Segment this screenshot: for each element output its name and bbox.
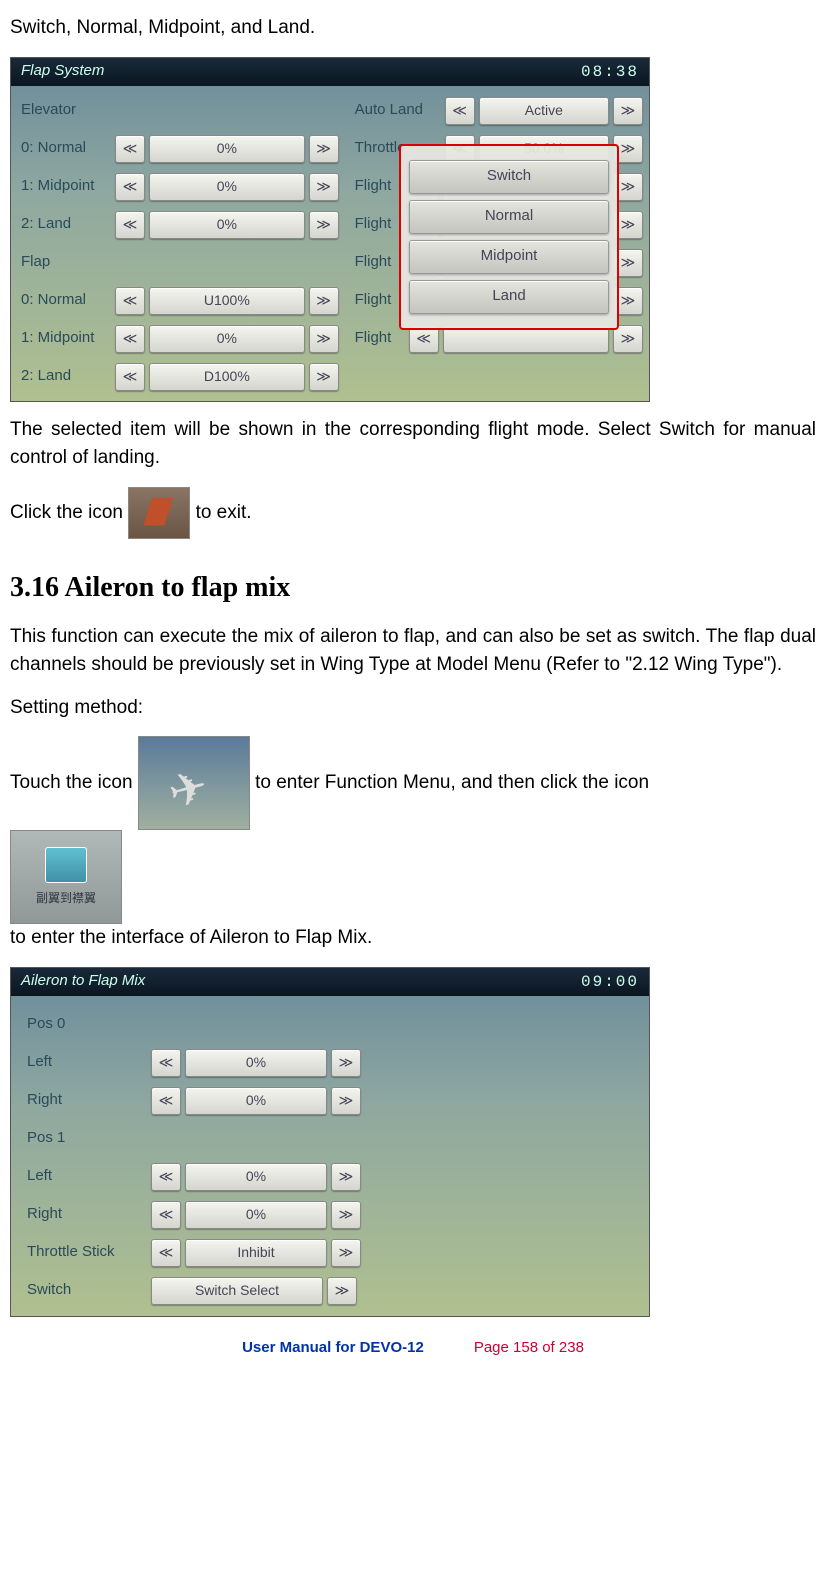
screen-title: Flap System: [21, 60, 104, 83]
icon-caption: 副翼到襟翼: [36, 889, 96, 907]
status-bar: Flap System 08:38: [11, 58, 649, 86]
row-label: Flight: [351, 251, 405, 274]
value-box: 0%: [185, 1049, 327, 1077]
row-label: Throttle Stick: [23, 1241, 147, 1264]
group-header: Pos 0: [23, 1013, 637, 1036]
popup-option-switch[interactable]: Switch: [409, 160, 609, 194]
exit-icon[interactable]: [128, 487, 190, 539]
decrement-button[interactable]: ≪: [115, 287, 145, 315]
function-menu-icon[interactable]: [138, 736, 250, 830]
row-label: 1: Midpoint: [17, 175, 111, 198]
decrement-button[interactable]: ≪: [151, 1087, 181, 1115]
decrement-button[interactable]: ≪: [115, 135, 145, 163]
value-box: D100%: [149, 363, 305, 391]
footer-page: Page 158 of 238: [474, 1339, 584, 1356]
value-box: U100%: [149, 287, 305, 315]
row-label: Flight: [351, 213, 405, 236]
row-label: 0: Normal: [17, 137, 111, 160]
value-box[interactable]: Switch Select: [151, 1277, 323, 1305]
value-box: 0%: [149, 173, 305, 201]
decrement-button[interactable]: ≪: [151, 1163, 181, 1191]
row-label: Switch: [23, 1279, 147, 1302]
increment-button[interactable]: ≫: [331, 1239, 361, 1267]
increment-button[interactable]: ≫: [331, 1087, 361, 1115]
popup-option-midpoint[interactable]: Midpoint: [409, 240, 609, 274]
row-label: Auto Land: [351, 99, 441, 122]
decrement-button[interactable]: ≪: [115, 363, 145, 391]
increment-button[interactable]: ≫: [309, 211, 339, 239]
aileron-to-flap-icon[interactable]: 副翼到襟翼: [10, 830, 122, 924]
row-label: Left: [23, 1051, 147, 1074]
intro-fragment: Switch, Normal, Midpoint, and Land.: [10, 14, 816, 43]
value-box: 0%: [185, 1087, 327, 1115]
page-footer: User Manual for DEVO-12 Page 158 of 238: [10, 1337, 816, 1360]
decrement-button[interactable]: ≪: [151, 1201, 181, 1229]
decrement-button[interactable]: ≪: [445, 97, 475, 125]
row-label: Flight: [351, 175, 405, 198]
increment-button[interactable]: ≫: [309, 173, 339, 201]
increment-button[interactable]: ≫: [309, 287, 339, 315]
popup-option-land[interactable]: Land: [409, 280, 609, 314]
touch-icon-para: Touch the icon to enter Function Menu, a…: [10, 736, 816, 953]
section-para: This function can execute the mix of ail…: [10, 623, 816, 680]
row-label: 2: Land: [17, 213, 111, 236]
increment-button[interactable]: ≫: [309, 325, 339, 353]
text-after: to exit.: [196, 502, 252, 523]
increment-button[interactable]: ≫: [309, 135, 339, 163]
text-after: to enter the interface of Aileron to Fla…: [10, 927, 372, 948]
clock: 09:00: [581, 970, 639, 994]
row-label: Right: [23, 1203, 147, 1226]
clock: 08:38: [581, 60, 639, 84]
increment-button[interactable]: ≫: [613, 97, 643, 125]
value-box: 0%: [185, 1201, 327, 1229]
value-box: 0%: [185, 1163, 327, 1191]
text-before: Click the icon: [10, 502, 128, 523]
increment-button[interactable]: ≫: [331, 1163, 361, 1191]
increment-button[interactable]: ≫: [331, 1201, 361, 1229]
value-box: Inhibit: [185, 1239, 327, 1267]
group-header: Pos 1: [23, 1127, 637, 1150]
row-label: 0: Normal: [17, 289, 111, 312]
row-label: Right: [23, 1089, 147, 1112]
row-label: 2: Land: [17, 365, 111, 388]
flight-mode-popup: Switch Normal Midpoint Land: [399, 144, 619, 330]
row-label: Flight: [351, 327, 405, 350]
value-box: 0%: [149, 325, 305, 353]
increment-button[interactable]: ≫: [331, 1049, 361, 1077]
row-label: Left: [23, 1165, 147, 1188]
setting-method-label: Setting method:: [10, 694, 816, 723]
value-box: 0%: [149, 135, 305, 163]
footer-title: User Manual for DEVO-12: [242, 1339, 424, 1356]
popup-option-normal[interactable]: Normal: [409, 200, 609, 234]
elevator-header: Elevator: [17, 99, 339, 122]
decrement-button[interactable]: ≪: [115, 211, 145, 239]
decrement-button[interactable]: ≪: [115, 325, 145, 353]
status-bar: Aileron to Flap Mix 09:00: [11, 968, 649, 996]
text-before: Touch the icon: [10, 772, 138, 793]
aileron-flap-screenshot: Aileron to Flap Mix 09:00 Pos 0 Left ≪ 0…: [10, 967, 650, 1317]
increment-button[interactable]: ≫: [309, 363, 339, 391]
value-box: 0%: [149, 211, 305, 239]
increment-button[interactable]: ≫: [327, 1277, 357, 1305]
value-box: Active: [479, 97, 609, 125]
decrement-button[interactable]: ≪: [151, 1049, 181, 1077]
flap-system-screenshot: Flap System 08:38 Elevator 0: Normal ≪ 0…: [10, 57, 650, 402]
decrement-button[interactable]: ≪: [151, 1239, 181, 1267]
decrement-button[interactable]: ≪: [115, 173, 145, 201]
flap-header: Flap: [17, 251, 339, 274]
row-label: Flight: [351, 289, 405, 312]
row-label: 1: Midpoint: [17, 327, 111, 350]
section-heading: 3.16 Aileron to flap mix: [10, 567, 816, 609]
paragraph: The selected item will be shown in the c…: [10, 416, 816, 473]
screen-title: Aileron to Flap Mix: [21, 970, 145, 993]
icon-glyph: [45, 847, 87, 883]
text-mid: to enter Function Menu, and then click t…: [255, 772, 649, 793]
click-icon-para: Click the icon to exit.: [10, 487, 816, 539]
